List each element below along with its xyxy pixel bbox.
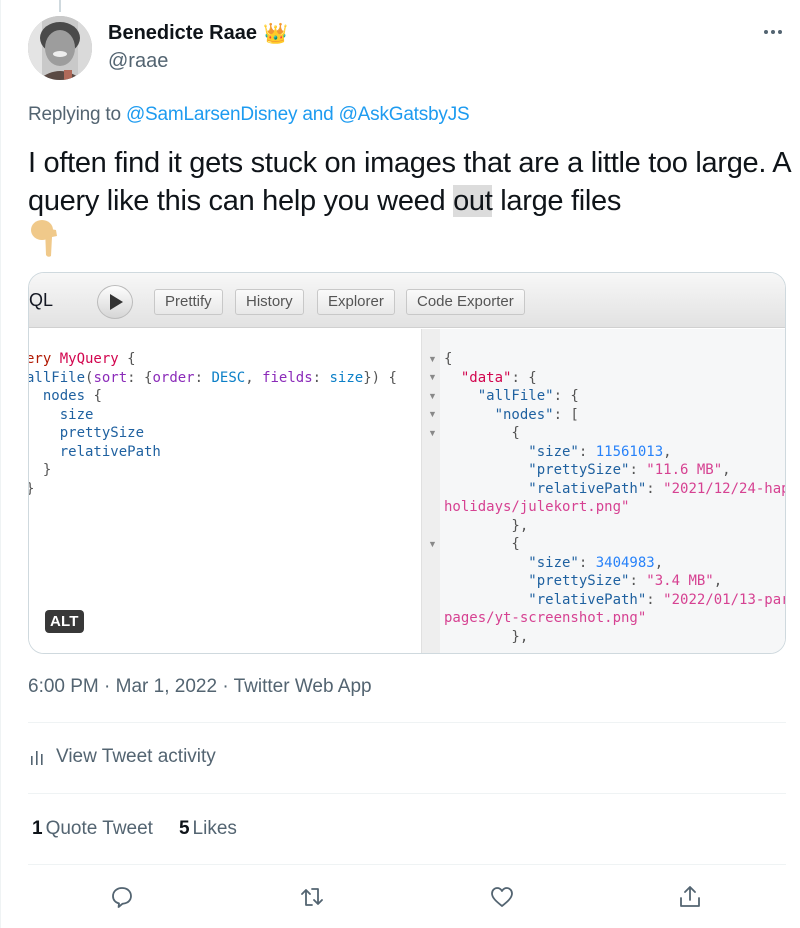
like-button[interactable] bbox=[488, 883, 516, 911]
reply-button[interactable] bbox=[108, 883, 136, 911]
divider bbox=[28, 722, 786, 723]
author-handle[interactable]: @raae bbox=[108, 50, 168, 73]
graphiql-title: iQL bbox=[28, 290, 54, 310]
node-1-size: 11561013 bbox=[595, 443, 664, 460]
ellipsis-icon bbox=[771, 30, 775, 34]
tweet-time[interactable]: 6:00 PM bbox=[28, 676, 99, 697]
analytics-icon bbox=[31, 751, 43, 765]
avatar-photo bbox=[28, 16, 92, 80]
play-icon bbox=[110, 294, 123, 310]
tweet-text: I often find it gets stuck on images tha… bbox=[28, 144, 798, 220]
alt-text-badge[interactable]: ALT bbox=[45, 610, 84, 633]
fold-arrow-icon: ▼ bbox=[428, 409, 437, 419]
divider bbox=[28, 793, 786, 794]
result-viewer-pane: { "data": { "allFile": { "nodes": [ { "s… bbox=[440, 329, 786, 653]
replying-prefix: Replying to bbox=[28, 104, 121, 125]
mention-link-2[interactable]: @AskGatsbyJS bbox=[339, 104, 470, 125]
like-label: Likes bbox=[192, 818, 237, 839]
quote-label: Quote Tweet bbox=[45, 818, 153, 839]
explorer-button: Explorer bbox=[317, 289, 395, 315]
fold-arrow-icon: ▼ bbox=[428, 372, 437, 382]
tweet-date[interactable]: Mar 1, 2022 bbox=[116, 676, 217, 697]
media-image-graphiql-screenshot[interactable]: iQL Prettify History Explorer Code Expor… bbox=[28, 272, 786, 654]
likes-link[interactable]: 5 Likes bbox=[179, 818, 237, 840]
fold-arrow-icon: ▼ bbox=[428, 354, 437, 364]
like-icon bbox=[491, 887, 513, 907]
thread-connector-line bbox=[59, 0, 61, 12]
node-2-path-start: "2022/01/13-par bbox=[663, 591, 786, 608]
result-code: { "data": { "allFile": { "nodes": [ { "s… bbox=[444, 350, 786, 646]
pane-divider: ▼ ▼ ▼ ▼ ▼ ▼ bbox=[422, 329, 440, 653]
tweet-action-bar bbox=[28, 872, 786, 922]
query-name: MyQuery bbox=[59, 351, 119, 367]
author-name-row[interactable]: Benedicte Raae 👑 bbox=[108, 22, 288, 45]
reply-context: Replying to @SamLarsenDisney and @AskGat… bbox=[28, 104, 470, 126]
crown-emoji-icon: 👑 bbox=[262, 22, 288, 45]
node-1-path-start: "2021/12/24-hap bbox=[663, 480, 786, 497]
reply-conjunction[interactable]: and bbox=[302, 104, 333, 125]
more-options-button[interactable] bbox=[758, 22, 788, 42]
meta-separator: · bbox=[222, 676, 229, 697]
retweet-icon bbox=[301, 888, 323, 906]
retweet-button[interactable] bbox=[298, 883, 326, 911]
engagement-stats: 1 Quote Tweet 5 Likes bbox=[32, 818, 237, 840]
ellipsis-icon bbox=[764, 30, 768, 34]
node-2-path-end: pages/yt-screenshot.png" bbox=[444, 610, 647, 626]
meta-separator: · bbox=[104, 676, 111, 697]
tweet-metadata: 6:00 PM · Mar 1, 2022 · Twitter Web App bbox=[28, 676, 372, 698]
run-query-button bbox=[97, 285, 133, 319]
timeline-border bbox=[0, 0, 1, 928]
share-icon bbox=[680, 886, 700, 907]
query-keyword: ery bbox=[28, 351, 60, 367]
tweet-source[interactable]: Twitter Web App bbox=[234, 676, 372, 697]
highlighted-word: out bbox=[453, 185, 493, 217]
like-count: 5 bbox=[178, 818, 190, 839]
author-display-name[interactable]: Benedicte Raae bbox=[108, 22, 257, 45]
node-2-pretty-size: "3.4 MB" bbox=[646, 573, 714, 589]
node-1-pretty-size: "11.6 MB" bbox=[646, 462, 723, 478]
mention-link-1[interactable]: @SamLarsenDisney bbox=[126, 104, 298, 125]
reply-icon bbox=[112, 887, 132, 908]
code-exporter-button: Code Exporter bbox=[406, 289, 525, 315]
share-button[interactable] bbox=[676, 883, 704, 911]
quote-count: 1 bbox=[32, 818, 43, 839]
avatar[interactable] bbox=[28, 16, 92, 80]
view-tweet-activity-link[interactable]: View Tweet activity bbox=[28, 746, 216, 768]
query-code: ery MyQuery { allFile(sort: {order: DESC… bbox=[28, 351, 397, 497]
divider bbox=[28, 864, 786, 865]
prettify-button: Prettify bbox=[154, 289, 223, 315]
activity-label[interactable]: View Tweet activity bbox=[56, 746, 216, 768]
graphiql-toolbar: iQL Prettify History Explorer Code Expor… bbox=[29, 273, 785, 328]
quote-tweets-link[interactable]: 1 Quote Tweet bbox=[32, 818, 153, 840]
history-button: History bbox=[235, 289, 304, 315]
fold-arrow-icon: ▼ bbox=[428, 428, 437, 438]
ellipsis-icon bbox=[778, 30, 782, 34]
node-2-size: 3404983 bbox=[595, 554, 655, 571]
query-editor-pane: ery MyQuery { allFile(sort: {order: DESC… bbox=[28, 329, 422, 653]
pointing-down-emoji-icon bbox=[31, 220, 57, 257]
tweet-text-part-1: I often find it gets stuck on images tha… bbox=[28, 147, 790, 217]
fold-arrow-icon: ▼ bbox=[428, 539, 437, 549]
tweet-text-part-2: large files bbox=[492, 185, 622, 217]
node-1-path-end: holidays/julekort.png" bbox=[444, 499, 630, 515]
fold-arrow-icon: ▼ bbox=[428, 391, 437, 401]
